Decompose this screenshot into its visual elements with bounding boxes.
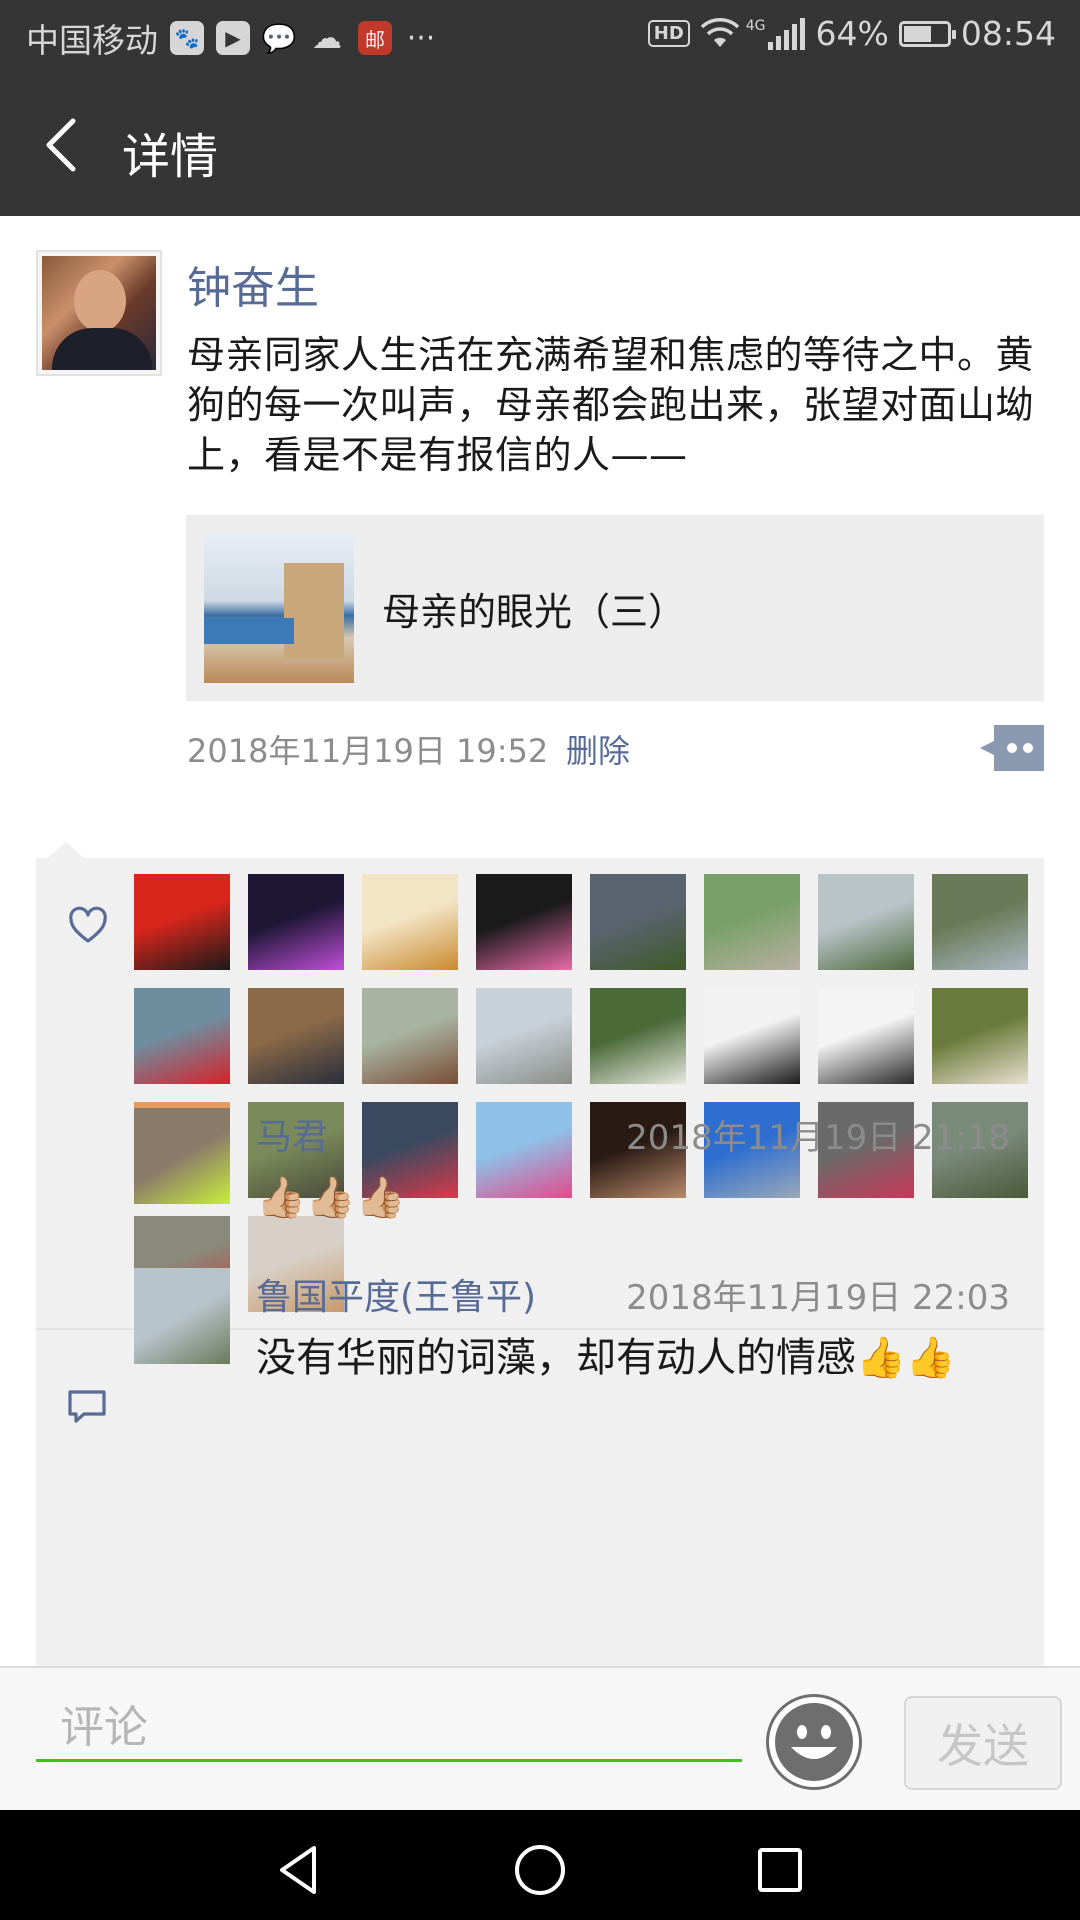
- liker-avatar[interactable]: [704, 988, 800, 1084]
- navigation-bar: [0, 1810, 1080, 1920]
- liker-avatar[interactable]: [134, 988, 230, 1084]
- more-notifications-icon: ···: [406, 20, 436, 56]
- page-title: 详情: [122, 129, 219, 185]
- comment-text: 没有华丽的词藻，却有动人的情感👍👍: [256, 1335, 956, 1381]
- liker-avatar[interactable]: [818, 874, 914, 970]
- post-icon: 邮: [358, 21, 392, 55]
- title-bar: 详情: [0, 75, 1080, 216]
- liker-avatar[interactable]: [362, 874, 458, 970]
- liker-avatar[interactable]: [476, 874, 572, 970]
- status-left: 中国移动 🐾 ▶ 💬 ☁ 邮 ···: [26, 14, 450, 62]
- battery-percent: 64%: [815, 14, 889, 53]
- network-type: 4G: [745, 17, 766, 34]
- video-icon: ▶: [216, 21, 250, 55]
- liker-avatar[interactable]: [248, 988, 344, 1084]
- liker-avatar[interactable]: [476, 988, 572, 1084]
- liker-avatar[interactable]: [248, 874, 344, 970]
- hd-badge: HD: [647, 20, 690, 47]
- baidu-icon: 🐾: [170, 21, 204, 55]
- liker-avatar[interactable]: [362, 988, 458, 1084]
- comment-input[interactable]: [36, 1696, 742, 1762]
- comment-input-bar: 发送: [0, 1666, 1080, 1810]
- carrier-name: 中国移动: [26, 21, 158, 60]
- link-thumbnail: [204, 533, 354, 683]
- clock: 08:54: [960, 14, 1056, 53]
- liker-avatar[interactable]: [590, 988, 686, 1084]
- comment-icon: [68, 1390, 106, 1423]
- cloud-icon: ☁: [312, 20, 342, 56]
- post-timestamp: 2018年11月19日 19:52: [187, 732, 549, 770]
- battery-fill: [903, 25, 931, 42]
- status-right: HD 4G 64% 08:54: [647, 14, 1056, 53]
- back-button[interactable]: [30, 113, 90, 177]
- commenter-avatar[interactable]: [134, 1108, 230, 1204]
- link-title: 母亲的眼光（三）: [382, 590, 687, 634]
- likes-comments-panel: 马君 2018年11月19日 21:18 👍🏼👍🏼👍🏼 鲁国平度(王鲁平) 20…: [36, 858, 1044, 1688]
- post-text: 母亲同家人生活在充满希望和焦虑的等待之中。黄狗的每一次叫声，母亲都会跑出来，张望…: [187, 333, 1035, 477]
- liker-avatar[interactable]: [932, 874, 1028, 970]
- heart-icon: [69, 906, 107, 943]
- send-button[interactable]: 发送: [904, 1696, 1062, 1790]
- recents-icon[interactable]: [750, 1840, 810, 1900]
- shared-link-card[interactable]: 母亲的眼光（三）: [186, 515, 1044, 701]
- author-avatar[interactable]: [36, 250, 162, 376]
- wifi-icon: [700, 17, 739, 47]
- status-bar: 中国移动 🐾 ▶ 💬 ☁ 邮 ··· HD 4G 64% 08:54: [0, 0, 1080, 75]
- home-icon[interactable]: [510, 1840, 570, 1900]
- commenter-name[interactable]: 鲁国平度(王鲁平): [256, 1268, 536, 1320]
- liker-avatar[interactable]: [932, 988, 1028, 1084]
- author-name[interactable]: 钟奋生: [187, 252, 319, 316]
- wechat-icon: 💬: [261, 21, 297, 55]
- back-icon[interactable]: [270, 1840, 330, 1900]
- liker-avatar[interactable]: [818, 988, 914, 1084]
- signal-icon: 4G: [745, 17, 808, 50]
- chevron-left-icon: [46, 118, 76, 172]
- likes-grid: [134, 874, 1034, 1312]
- comment-text: 👍🏼👍🏼👍🏼: [256, 1175, 406, 1221]
- comment-time: 2018年11月19日 22:03: [626, 1278, 1010, 1318]
- liker-avatar[interactable]: [134, 874, 230, 970]
- delete-button[interactable]: 删除: [566, 726, 630, 772]
- comment-options-icon[interactable]: [980, 725, 1044, 771]
- liker-avatar[interactable]: [704, 874, 800, 970]
- emoji-button[interactable]: [766, 1694, 862, 1790]
- comment-time: 2018年11月19日 21:18: [626, 1118, 1010, 1158]
- commenter-name[interactable]: 马君: [256, 1108, 328, 1160]
- panel-pointer: [48, 842, 84, 858]
- liker-avatar[interactable]: [590, 874, 686, 970]
- commenter-avatar[interactable]: [134, 1268, 230, 1364]
- battery-icon: [898, 20, 956, 47]
- smiley-icon: [775, 1703, 853, 1781]
